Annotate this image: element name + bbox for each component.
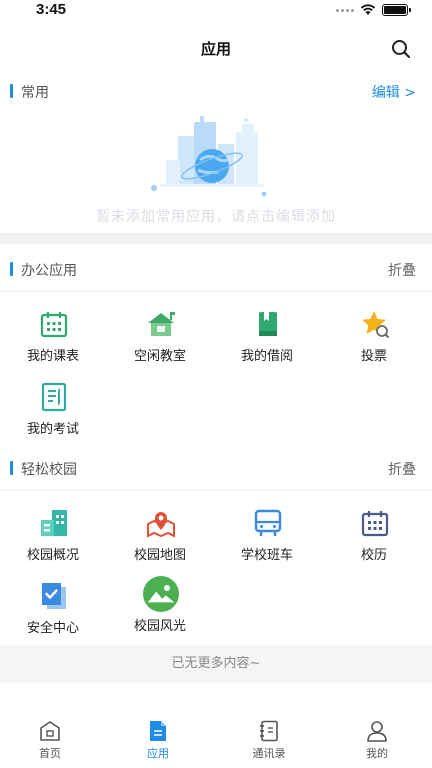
tab-home[interactable]: 首页 <box>10 708 90 764</box>
office-header: 办公应用 折叠 <box>0 252 432 286</box>
app-label: 学校班车 <box>240 548 293 563</box>
apps-doc-icon <box>150 721 166 741</box>
wifi-icon <box>360 4 376 15</box>
safety-check-icon <box>42 583 66 609</box>
vote-star-icon <box>362 311 390 339</box>
app-label: 校历 <box>360 548 387 563</box>
battery-icon <box>382 4 411 16</box>
book-icon <box>259 312 277 336</box>
nav-bar: 应用 <box>0 30 432 66</box>
favorites-title: 常用 <box>21 85 49 101</box>
app-label: 安全中心 <box>26 621 79 636</box>
bus-icon <box>254 509 282 536</box>
page-title: 应用 <box>200 40 231 58</box>
app-my-schedule[interactable]: 我的课表 <box>9 309 97 373</box>
app-label: 校园地图 <box>133 548 186 563</box>
app-safety-center[interactable]: 安全中心 <box>9 581 97 645</box>
favorites-empty-text: 暂未添加常用应用，请点击编辑添加 <box>96 209 336 225</box>
exam-icon <box>41 382 67 412</box>
app-free-classroom[interactable]: 空闲教室 <box>116 309 204 373</box>
tab-label: 我的 <box>366 747 388 760</box>
app-label: 我的课表 <box>26 349 79 364</box>
app-vote[interactable]: 投票 <box>330 309 418 373</box>
tab-profile[interactable]: 我的 <box>337 708 417 764</box>
app-label: 校园概况 <box>26 548 79 563</box>
app-label: 我的借阅 <box>240 349 293 364</box>
classroom-icon <box>148 312 175 336</box>
app-school-calendar[interactable]: 校历 <box>330 508 418 572</box>
profile-icon <box>367 721 387 742</box>
no-more-content: 已无更多内容~ <box>0 645 432 683</box>
signal-icon <box>336 8 354 12</box>
status-indicators <box>336 4 411 16</box>
edit-button[interactable]: 编辑 > <box>372 82 416 102</box>
tab-label: 通讯录 <box>252 747 286 760</box>
app-label: 空闲教室 <box>133 349 186 364</box>
divider <box>0 490 432 491</box>
app-label: 投票 <box>360 349 387 364</box>
tab-contacts[interactable]: 通讯录 <box>229 708 309 764</box>
favorites-header: 常用 编辑 > <box>0 74 432 108</box>
map-pin-icon <box>147 512 175 538</box>
app-label: 我的考试 <box>26 422 79 437</box>
app-campus-map[interactable]: 校园地图 <box>116 508 204 572</box>
tab-apps[interactable]: 应用 <box>118 708 198 764</box>
calendar-icon <box>40 312 68 338</box>
contacts-icon <box>260 720 278 742</box>
campus-title: 轻松校园 <box>21 462 77 478</box>
tab-label: 应用 <box>147 747 169 760</box>
app-campus-overview[interactable]: 校园概况 <box>9 508 97 572</box>
section-separator <box>0 233 432 244</box>
buildings-icon <box>41 510 67 536</box>
section-marker <box>10 84 13 98</box>
app-my-borrowing[interactable]: 我的借阅 <box>223 309 311 373</box>
status-bar: 3:45 <box>0 0 432 22</box>
app-label: 校园风光 <box>133 619 186 634</box>
section-marker <box>10 461 13 475</box>
divider <box>0 291 432 292</box>
campus-header: 轻松校园 折叠 <box>0 451 432 485</box>
app-my-exam[interactable]: 我的考试 <box>9 382 97 446</box>
app-campus-scenery[interactable]: 校园风光 <box>116 576 204 643</box>
search-icon[interactable] <box>390 38 412 60</box>
tab-label: 首页 <box>39 747 61 760</box>
app-school-bus[interactable]: 学校班车 <box>223 508 311 572</box>
office-title: 办公应用 <box>21 263 77 279</box>
campus-collapse-button[interactable]: 折叠 <box>388 459 416 479</box>
office-collapse-button[interactable]: 折叠 <box>388 260 416 280</box>
city-globe-illustration <box>151 116 267 197</box>
status-time: 3:45 <box>36 1 67 18</box>
landscape-icon <box>143 576 179 612</box>
section-marker <box>10 262 13 276</box>
bottom-tab-bar: 首页 应用 通讯录 我的 <box>0 708 432 768</box>
calendar-icon <box>361 511 389 537</box>
home-icon <box>40 721 60 741</box>
